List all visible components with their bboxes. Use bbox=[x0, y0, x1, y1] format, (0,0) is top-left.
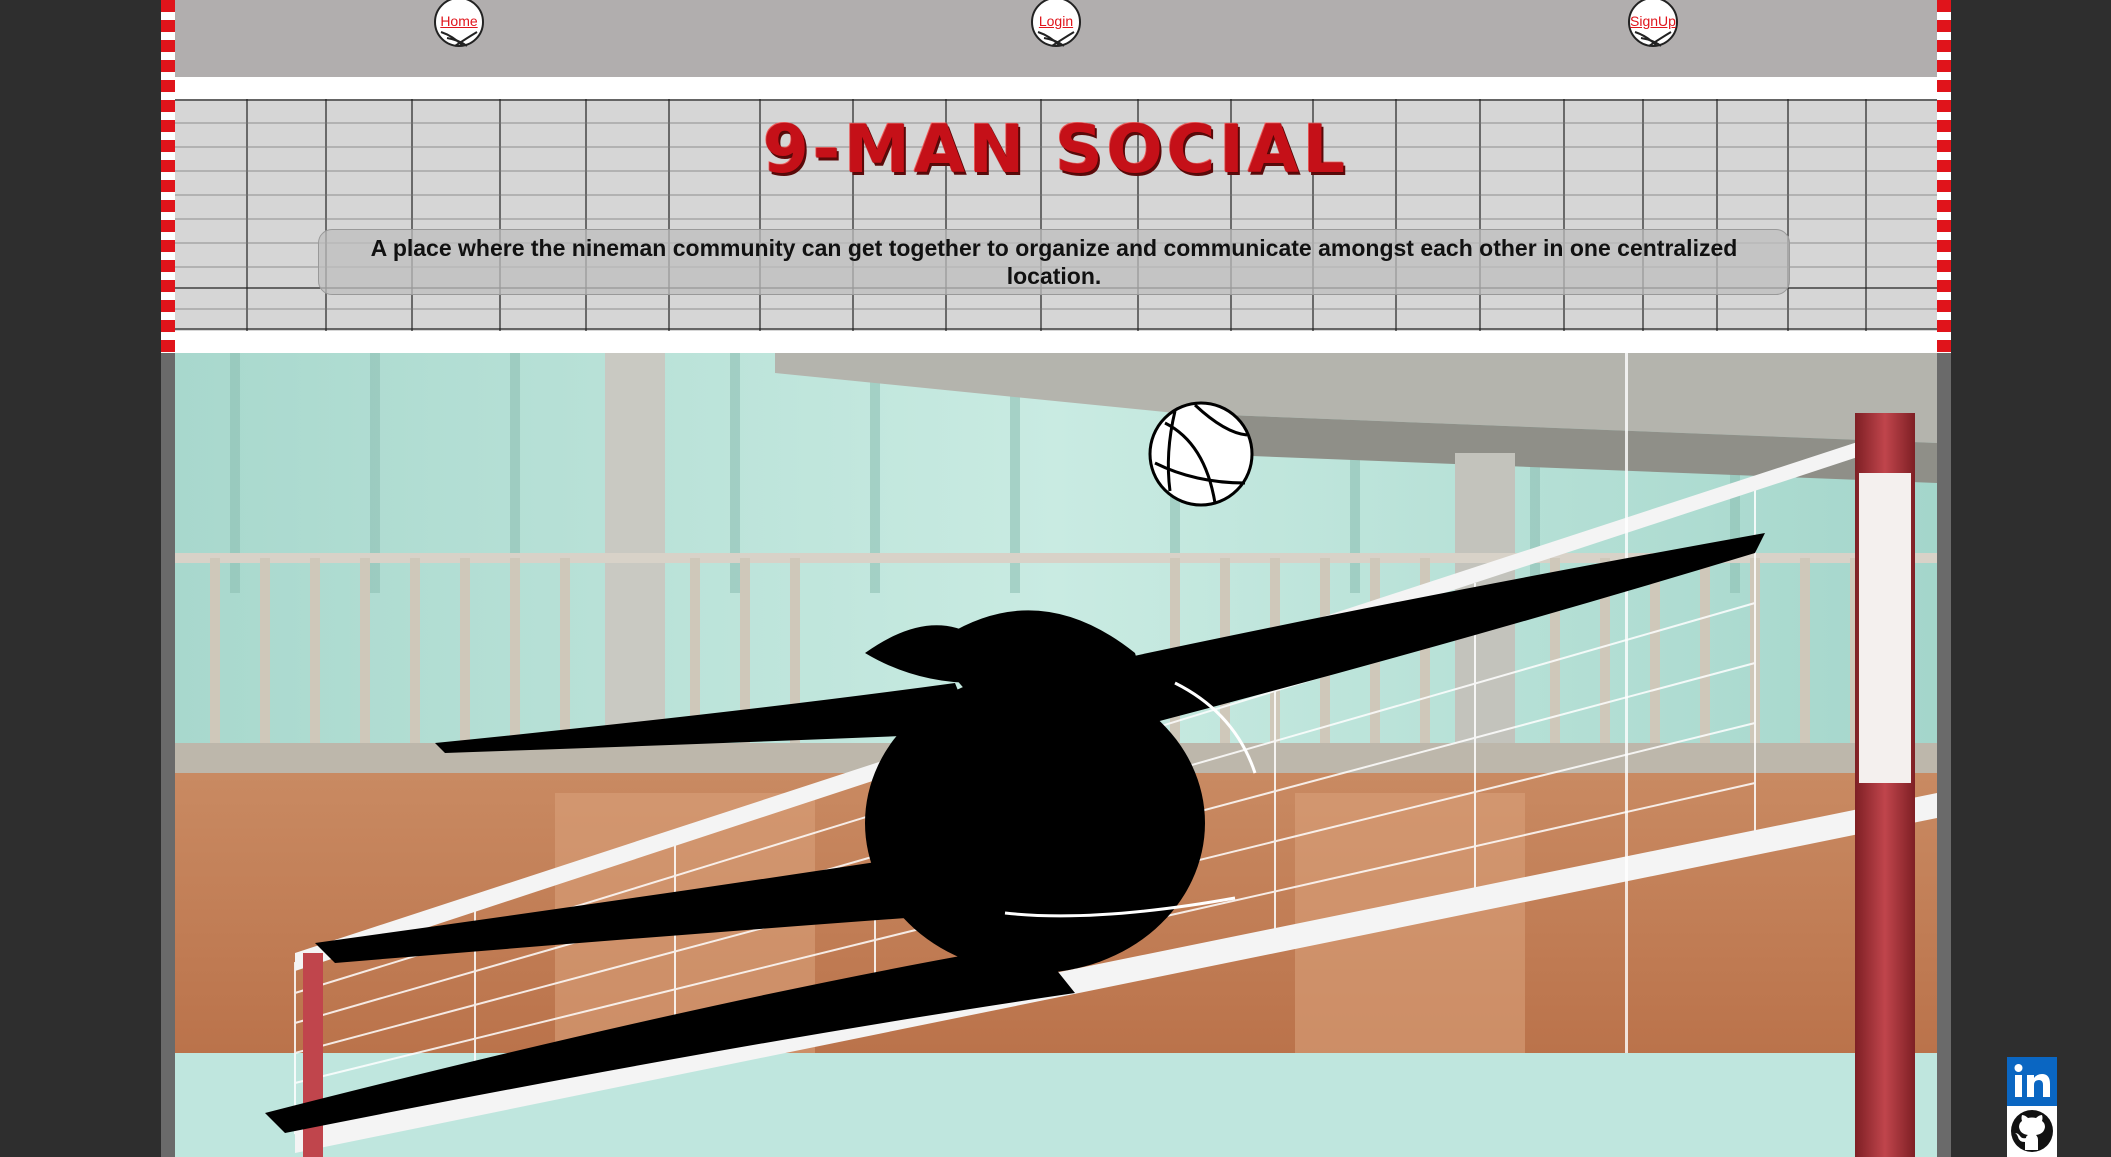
nav-login-button[interactable]: Login bbox=[1030, 0, 1082, 48]
site-tagline: A place where the nineman community can … bbox=[318, 229, 1790, 295]
linkedin-icon bbox=[2014, 1064, 2050, 1097]
github-icon bbox=[2011, 1110, 2053, 1152]
volleyball-player-scene bbox=[175, 353, 1937, 1157]
nav-signup-link[interactable]: SignUp bbox=[1627, 13, 1679, 29]
nav-home-button[interactable]: Home bbox=[433, 0, 485, 48]
volleyball-icon bbox=[1148, 401, 1254, 507]
hero-right-border bbox=[1937, 353, 1951, 1157]
page-frame: Home Login SignUp 9-MAN SOCIAL A place w… bbox=[161, 0, 1951, 1157]
site-logo: 9-MAN SOCIAL bbox=[762, 111, 1350, 188]
right-stripe-border bbox=[1937, 0, 1951, 355]
header-spacer-top bbox=[175, 77, 1937, 99]
linkedin-link[interactable] bbox=[2007, 1057, 2057, 1106]
left-stripe-border bbox=[161, 0, 175, 355]
nav-login-link[interactable]: Login bbox=[1030, 13, 1082, 29]
nav-home-link[interactable]: Home bbox=[433, 13, 485, 29]
nav-signup-button[interactable]: SignUp bbox=[1627, 0, 1679, 48]
hero-image bbox=[175, 353, 1937, 1157]
top-nav: Home Login SignUp bbox=[175, 0, 1937, 77]
hero-left-border bbox=[161, 353, 175, 1157]
header-spacer-bottom bbox=[175, 331, 1937, 353]
github-link[interactable] bbox=[2007, 1106, 2057, 1157]
site-header: 9-MAN SOCIAL A place where the nineman c… bbox=[175, 99, 1937, 331]
